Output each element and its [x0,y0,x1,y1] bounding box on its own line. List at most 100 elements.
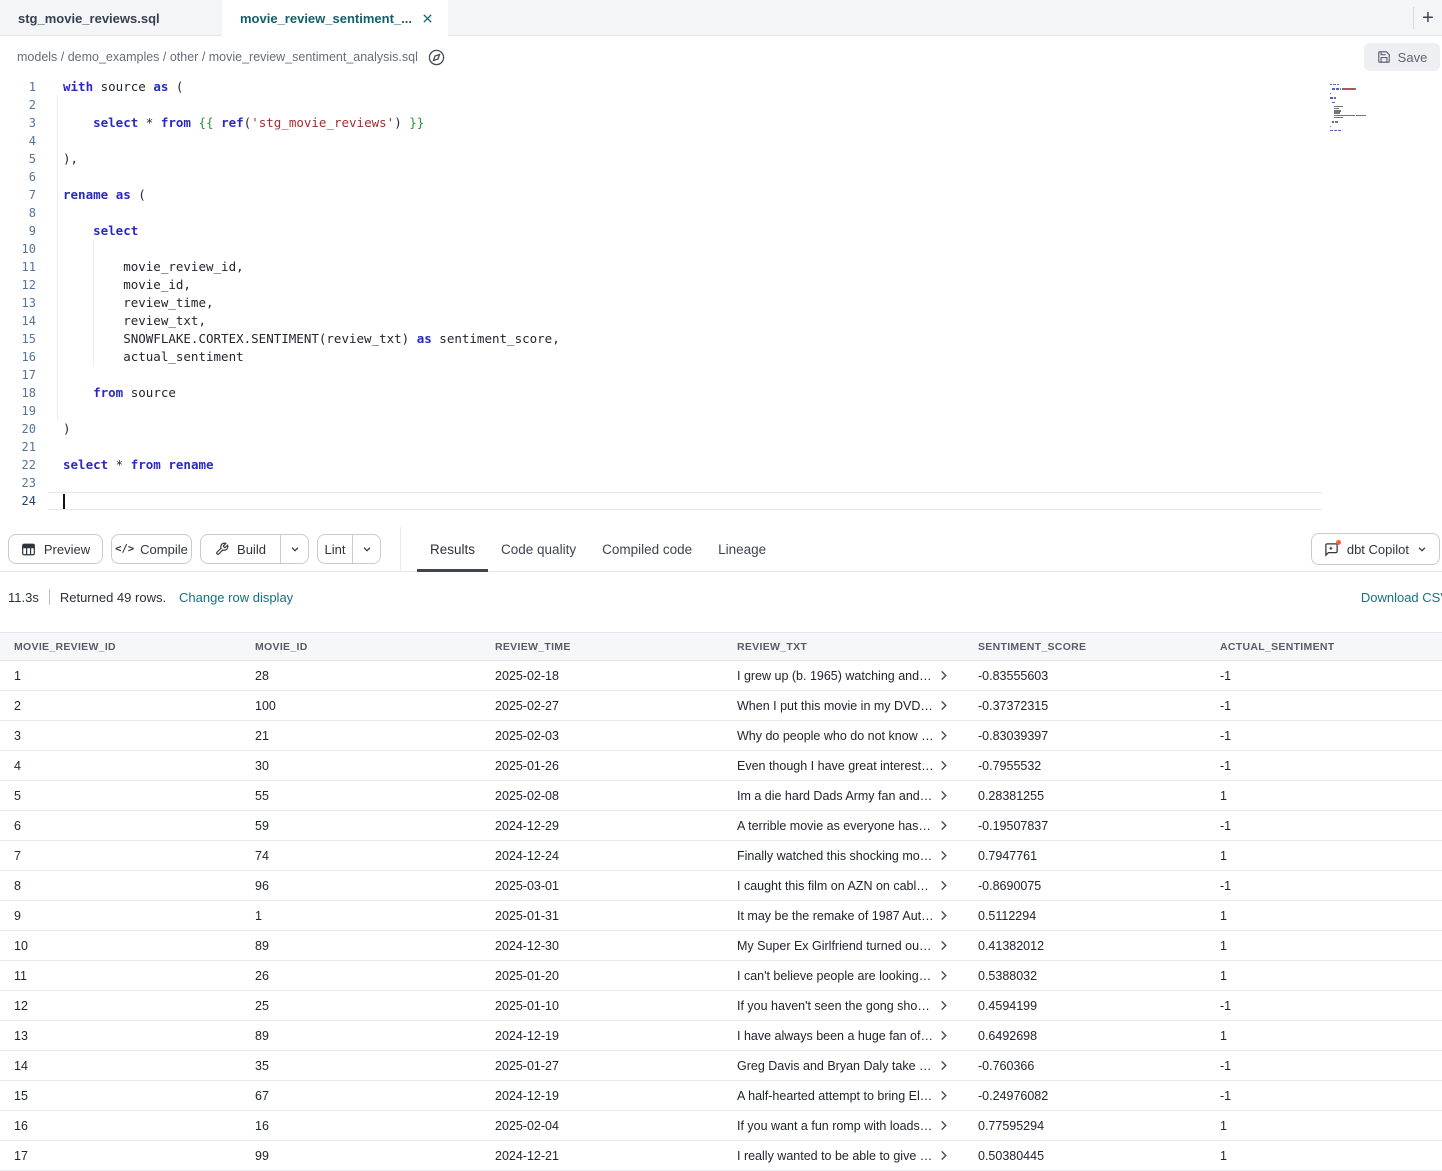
code-line[interactable]: ), [48,150,1322,168]
copilot-sparkle-dot [1336,540,1341,545]
expand-review-icon[interactable] [940,880,948,891]
change-row-display-link[interactable]: Change row display [179,590,293,605]
results-status-bar: 11.3s Returned 49 rows. Change row displ… [0,572,1442,622]
code-line[interactable]: review_txt, [48,312,1322,330]
line-number: 3 [0,114,48,132]
code-line[interactable] [48,132,1322,150]
expand-review-icon[interactable] [940,1030,948,1041]
cell-movie-review-id: 4 [0,751,241,780]
code-lines[interactable]: with source as ( select * from {{ ref('s… [48,78,1322,510]
table-row: 7742024-12-24Finally watched this shocki… [0,841,1442,871]
expand-review-icon[interactable] [940,820,948,831]
code-editor[interactable]: 123456789101112131415161718192021222324 … [0,78,1442,527]
code-line[interactable] [48,366,1322,384]
cell-movie-review-id: 5 [0,781,241,810]
line-number: 2 [0,96,48,114]
tab-compiled-code[interactable]: Compiled code [589,527,705,572]
cell-review-txt: I grew up (b. 1965) watching and lovin… [723,661,964,690]
chevron-down-icon [1417,544,1427,554]
editor-minimap[interactable] [1330,84,1402,137]
code-line[interactable]: rename as ( [48,186,1322,204]
tab-stg-movie-reviews[interactable]: stg_movie_reviews.sql [0,0,222,37]
cell-review-txt: My Super Ex Girlfriend turned out to b… [723,931,964,960]
table-row: 6592024-12-29A terrible movie as everyon… [0,811,1442,841]
code-line[interactable] [48,438,1322,456]
expand-review-icon[interactable] [940,850,948,861]
cell-sentiment-score: 0.77595294 [964,1111,1206,1140]
cell-review-txt: If you want a fun romp with loads of s… [723,1111,964,1140]
download-csv-link[interactable]: Download CSV [1361,590,1442,605]
line-number: 13 [0,294,48,312]
cell-actual-sentiment: 1 [1206,1021,1442,1050]
expand-review-icon[interactable] [940,1150,948,1161]
code-line[interactable] [48,474,1322,492]
column-header-actual-sentiment: ACTUAL_SENTIMENT [1206,633,1442,660]
expand-review-icon[interactable] [940,760,948,771]
expand-review-icon[interactable] [940,910,948,921]
code-line[interactable]: select * from {{ ref('stg_movie_reviews'… [48,114,1322,132]
line-number: 11 [0,258,48,276]
expand-review-icon[interactable] [940,670,948,681]
cell-actual-sentiment: -1 [1206,991,1442,1020]
lint-button[interactable]: Lint [318,535,352,563]
lint-dropdown-button[interactable] [352,535,380,563]
column-header-sentiment-score: SENTIMENT_SCORE [964,633,1206,660]
compile-button[interactable]: </> Compile [111,534,192,564]
code-line[interactable] [48,96,1322,114]
cell-actual-sentiment: -1 [1206,811,1442,840]
cell-movie-id: 28 [241,661,481,690]
line-number: 7 [0,186,48,204]
build-dropdown-button[interactable] [280,535,308,563]
tab-lineage[interactable]: Lineage [705,527,779,572]
table-row: 5552025-02-08Im a die hard Dads Army fan… [0,781,1442,811]
expand-review-icon[interactable] [940,1000,948,1011]
compass-icon[interactable] [428,49,445,66]
cell-review-time: 2024-12-30 [481,931,723,960]
tab-movie-review-sentiment[interactable]: movie_review_sentiment_... [222,0,448,37]
code-line[interactable] [48,168,1322,186]
save-button[interactable]: Save [1364,43,1440,71]
cell-review-time: 2025-01-20 [481,961,723,990]
code-line[interactable]: movie_id, [48,276,1322,294]
cell-review-txt: It may be the remake of 1987 Autumn'… [723,901,964,930]
expand-review-icon[interactable] [940,940,948,951]
code-line[interactable]: from source [48,384,1322,402]
code-line[interactable]: review_time, [48,294,1322,312]
code-line[interactable] [48,402,1322,420]
tab-results[interactable]: Results [417,527,488,572]
expand-review-icon[interactable] [940,700,948,711]
expand-review-icon[interactable] [940,1090,948,1101]
code-line[interactable]: actual_sentiment [48,348,1322,366]
build-button[interactable]: Build [201,535,280,563]
save-icon [1377,50,1391,64]
code-line[interactable]: select [48,222,1322,240]
expand-review-icon[interactable] [940,730,948,741]
cell-review-time: 2025-02-04 [481,1111,723,1140]
code-line[interactable] [48,204,1322,222]
cell-movie-id: 21 [241,721,481,750]
dbt-copilot-button[interactable]: dbt Copilot [1311,533,1440,565]
expand-review-icon[interactable] [940,1120,948,1131]
tab-code-quality[interactable]: Code quality [488,527,589,572]
code-line[interactable]: with source as ( [48,78,1322,96]
table-row: 4302025-01-26Even though I have great in… [0,751,1442,781]
code-line[interactable]: movie_review_id, [48,258,1322,276]
new-tab-button[interactable]: + [1414,0,1442,36]
copilot-chat-icon [1324,542,1339,557]
cell-sentiment-score: -0.7955532 [964,751,1206,780]
cell-movie-id: 30 [241,751,481,780]
expand-review-icon[interactable] [940,970,948,981]
expand-review-icon[interactable] [940,790,948,801]
close-icon[interactable] [422,13,433,24]
code-line[interactable] [48,492,1322,510]
code-line[interactable]: ) [48,420,1322,438]
preview-button[interactable]: Preview [8,534,103,564]
code-line[interactable]: select * from rename [48,456,1322,474]
code-line[interactable] [48,240,1322,258]
cell-actual-sentiment: -1 [1206,871,1442,900]
cell-review-time: 2025-01-10 [481,991,723,1020]
code-line[interactable]: SNOWFLAKE.CORTEX.SENTIMENT(review_txt) a… [48,330,1322,348]
cell-movie-id: 1 [241,901,481,930]
line-number: 15 [0,330,48,348]
expand-review-icon[interactable] [940,1060,948,1071]
